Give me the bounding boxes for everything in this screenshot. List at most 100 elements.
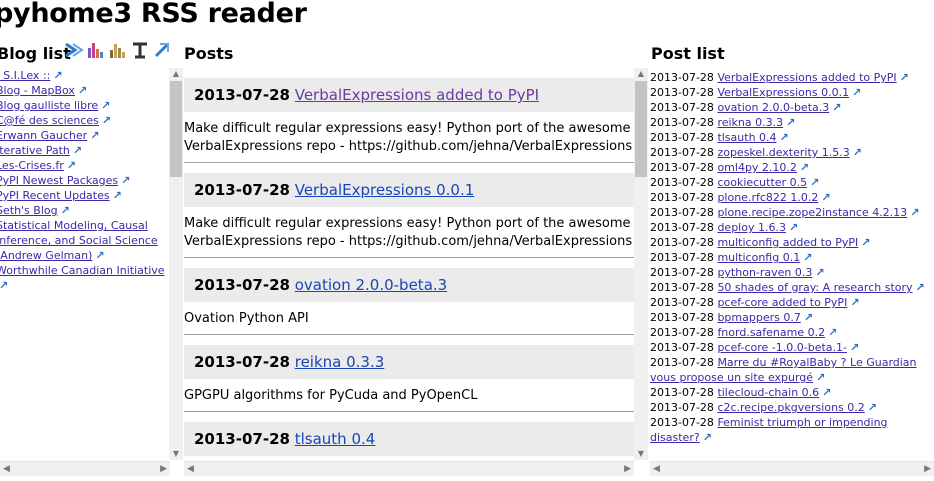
bar-chart-icon[interactable] bbox=[108, 40, 128, 60]
blog-link[interactable]: PyPI Newest Packages bbox=[0, 174, 118, 187]
external-link-icon[interactable]: ↗ bbox=[101, 98, 110, 113]
external-link-icon[interactable]: ↗ bbox=[804, 310, 813, 325]
post-list-horizontal-scrollbar[interactable]: ◀ ▶ bbox=[650, 461, 934, 476]
post-list-link[interactable]: multiconfig 0.1 bbox=[717, 251, 800, 264]
external-link-icon[interactable]: ↗ bbox=[910, 205, 919, 220]
external-link-icon[interactable]: ↗ bbox=[916, 280, 925, 295]
scroll-right-icon[interactable]: ▶ bbox=[924, 462, 931, 476]
post-list-vertical-scrollbar[interactable]: ▲ ▼ bbox=[634, 68, 648, 460]
blog-link[interactable]: Erwann Gaucher bbox=[0, 129, 87, 142]
external-link-icon[interactable]: ↗ bbox=[78, 83, 87, 98]
post-list-link[interactable]: bpmappers 0.7 bbox=[717, 311, 800, 324]
post-list-link[interactable]: plone.recipe.zope2instance 4.2.13 bbox=[717, 206, 907, 219]
scroll-right-icon[interactable]: ▶ bbox=[624, 462, 631, 476]
post-list-link[interactable]: 50 shades of gray: A research story bbox=[717, 281, 912, 294]
chevrons-right-icon[interactable] bbox=[64, 40, 84, 60]
external-link-icon[interactable]: ↗ bbox=[850, 295, 859, 310]
external-link-icon[interactable]: ↗ bbox=[789, 220, 798, 235]
blog-link[interactable]: Seth's Blog bbox=[0, 204, 58, 217]
external-link-icon[interactable]: ↗ bbox=[67, 158, 76, 173]
scroll-up-icon[interactable]: ▲ bbox=[169, 68, 183, 80]
external-link-icon[interactable]: ↗ bbox=[786, 115, 795, 130]
post-list-link[interactable]: c2c.recipe.pkgversions 0.2 bbox=[717, 401, 864, 414]
external-link-icon[interactable]: ↗ bbox=[0, 278, 8, 293]
post-list-link[interactable]: pcef-core added to PyPI bbox=[717, 296, 847, 309]
external-link-icon[interactable]: ↗ bbox=[832, 100, 841, 115]
scroll-left-icon[interactable]: ◀ bbox=[653, 462, 660, 476]
arrow-up-right-icon[interactable] bbox=[152, 40, 172, 60]
post-title-link[interactable]: ovation 2.0.0-beta.3 bbox=[295, 276, 447, 294]
external-link-icon[interactable]: ↗ bbox=[900, 70, 909, 85]
posts-vertical-scrollbar[interactable]: ▲ ▼ bbox=[169, 68, 183, 460]
external-link-icon[interactable]: ↗ bbox=[816, 370, 825, 385]
post-list-link[interactable]: VerbalExpressions 0.0.1 bbox=[717, 86, 849, 99]
blog-link[interactable]: PyPI Recent Updates bbox=[0, 189, 110, 202]
blog-link[interactable]: Iterative Path bbox=[0, 144, 70, 157]
post-list-link[interactable]: tlsauth 0.4 bbox=[717, 131, 776, 144]
blog-list-horizontal-scrollbar[interactable]: ◀ ▶ bbox=[0, 461, 170, 476]
post-list-link[interactable]: fnord.safename 0.2 bbox=[717, 326, 825, 339]
external-link-icon[interactable]: ↗ bbox=[800, 160, 809, 175]
post-title-link[interactable]: reikna 0.3.3 bbox=[295, 353, 385, 371]
external-link-icon[interactable]: ↗ bbox=[703, 430, 712, 445]
external-link-icon[interactable]: ↗ bbox=[861, 235, 870, 250]
external-link-icon[interactable]: ↗ bbox=[121, 173, 130, 188]
external-link-icon[interactable]: ↗ bbox=[780, 130, 789, 145]
post-list-link[interactable]: zopeskel.dexterity 1.5.3 bbox=[717, 146, 849, 159]
scrollbar-thumb[interactable] bbox=[170, 81, 182, 177]
external-link-icon[interactable]: ↗ bbox=[822, 385, 831, 400]
external-link-icon[interactable]: ↗ bbox=[815, 265, 824, 280]
external-link-icon[interactable]: ↗ bbox=[803, 250, 812, 265]
external-link-icon[interactable]: ↗ bbox=[852, 85, 861, 100]
bar-chart-colored-icon[interactable] bbox=[86, 40, 106, 60]
blog-link[interactable]: Statistical Modeling, Causal Inference, … bbox=[0, 219, 158, 262]
posts-pane[interactable]: 2013-07-28 VerbalExpressions added to Py… bbox=[184, 68, 634, 460]
post-list-link[interactable]: cookiecutter 0.5 bbox=[717, 176, 807, 189]
post-title-link[interactable]: tlsauth 0.4 bbox=[295, 430, 376, 448]
blog-link[interactable]: Worthwhile Canadian Initiative bbox=[0, 264, 165, 277]
post-list-link[interactable]: ovation 2.0.0-beta.3 bbox=[717, 101, 829, 114]
scrollbar-thumb[interactable] bbox=[635, 81, 647, 177]
external-link-icon[interactable]: ↗ bbox=[113, 188, 122, 203]
scroll-left-icon[interactable]: ◀ bbox=[3, 462, 10, 476]
external-link-icon[interactable]: ↗ bbox=[102, 113, 111, 128]
post-list-link[interactable]: multiconfig added to PyPI bbox=[717, 236, 858, 249]
external-link-icon[interactable]: ↗ bbox=[828, 325, 837, 340]
external-link-icon[interactable]: ↗ bbox=[61, 203, 70, 218]
scroll-right-icon[interactable]: ▶ bbox=[160, 462, 167, 476]
external-link-icon[interactable]: ↗ bbox=[73, 143, 82, 158]
blog-link[interactable]: Blog gaulliste libre bbox=[0, 99, 98, 112]
blog-link[interactable]: C@fé des sciences bbox=[0, 114, 99, 127]
post-list-link[interactable]: python-raven 0.3 bbox=[717, 266, 812, 279]
scroll-left-icon[interactable]: ◀ bbox=[187, 462, 194, 476]
external-link-icon[interactable]: ↗ bbox=[853, 145, 862, 160]
post-list-link[interactable]: pcef-core -1.0.0-beta.1- bbox=[717, 341, 847, 354]
external-link-icon[interactable]: ↗ bbox=[868, 400, 877, 415]
external-link-icon[interactable]: ↗ bbox=[53, 68, 62, 83]
scroll-down-icon[interactable]: ▼ bbox=[169, 448, 183, 460]
post-list-pane[interactable]: 2013-07-28 VerbalExpressions added to Py… bbox=[650, 68, 934, 460]
external-link-icon[interactable]: ↗ bbox=[850, 340, 859, 355]
post-list-link[interactable]: tilecloud-chain 0.6 bbox=[717, 386, 819, 399]
blog-list-pane[interactable]: : S.I.Lex :: ↗ Blog - MapBox ↗ Blog gaullist… bbox=[0, 68, 170, 476]
text-cursor-icon[interactable] bbox=[130, 40, 150, 60]
post-list-link[interactable]: deploy 1.6.3 bbox=[717, 221, 786, 234]
scroll-down-icon[interactable]: ▼ bbox=[634, 448, 648, 460]
external-link-icon[interactable]: ↗ bbox=[90, 128, 99, 143]
post-list-link[interactable]: oml4py 2.10.2 bbox=[717, 161, 796, 174]
post-list-link[interactable]: reikna 0.3.3 bbox=[717, 116, 783, 129]
posts-horizontal-scrollbar[interactable]: ◀ ▶ bbox=[184, 461, 634, 476]
post-list-date: 2013-07-28 bbox=[650, 176, 714, 189]
post-title-link[interactable]: VerbalExpressions 0.0.1 bbox=[295, 181, 475, 199]
blog-link[interactable]: : S.I.Lex :: bbox=[0, 69, 50, 82]
post-list-link[interactable]: VerbalExpressions added to PyPI bbox=[717, 71, 896, 84]
post-list-link[interactable]: plone.rfc822 1.0.2 bbox=[717, 191, 818, 204]
post-title-link[interactable]: VerbalExpressions added to PyPI bbox=[295, 86, 539, 104]
external-link-icon[interactable]: ↗ bbox=[821, 190, 830, 205]
external-link-icon[interactable]: ↗ bbox=[95, 248, 104, 263]
blog-link[interactable]: Les-Crises.fr bbox=[0, 159, 64, 172]
external-link-icon[interactable]: ↗ bbox=[810, 175, 819, 190]
post-list-date: 2013-07-28 bbox=[650, 296, 714, 309]
scroll-up-icon[interactable]: ▲ bbox=[634, 68, 648, 80]
blog-link[interactable]: Blog - MapBox bbox=[0, 84, 75, 97]
